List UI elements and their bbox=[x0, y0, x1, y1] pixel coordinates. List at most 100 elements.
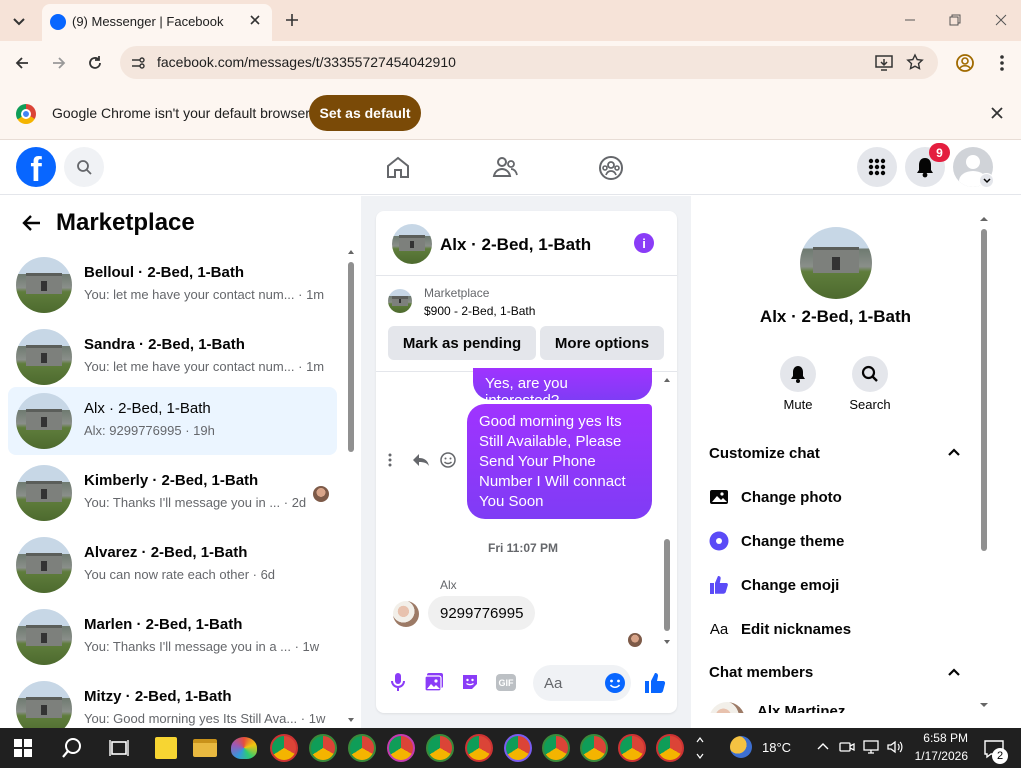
back-arrow-icon[interactable] bbox=[22, 214, 42, 232]
chrome-taskbar-icon[interactable] bbox=[542, 734, 570, 762]
site-info-icon[interactable] bbox=[129, 54, 147, 72]
chat-scrollbar[interactable] bbox=[663, 376, 671, 646]
search-conversation-icon[interactable] bbox=[852, 356, 888, 392]
edit-nicknames-option[interactable]: Aa Edit nicknames bbox=[709, 619, 851, 639]
emoji-icon[interactable] bbox=[604, 672, 626, 694]
url-text[interactable]: facebook.com/messages/t/3335572745404291… bbox=[157, 54, 456, 70]
react-emoji-icon[interactable] bbox=[439, 451, 457, 469]
friends-icon[interactable] bbox=[492, 155, 518, 179]
browser-tab-messenger[interactable]: (9) Messenger | Facebook bbox=[42, 4, 272, 41]
voice-clip-icon[interactable] bbox=[390, 672, 406, 692]
infobar-close-icon[interactable] bbox=[990, 106, 1004, 120]
set-as-default-button[interactable]: Set as default bbox=[309, 95, 421, 131]
meet-now-icon[interactable] bbox=[839, 739, 855, 755]
message-more-icon[interactable] bbox=[387, 453, 393, 467]
forward-icon[interactable] bbox=[50, 54, 68, 72]
more-options-button[interactable]: More options bbox=[540, 326, 664, 360]
change-photo-option[interactable]: Change photo bbox=[709, 487, 842, 507]
taskbar-overflow-icon[interactable] bbox=[696, 732, 704, 764]
chat-title[interactable]: Alx · 2-Bed, 1-Bath bbox=[440, 235, 591, 255]
member-name[interactable]: Alx Martinez bbox=[757, 703, 845, 713]
chrome-taskbar-icon[interactable] bbox=[618, 734, 646, 762]
chrome-taskbar-icon[interactable] bbox=[348, 734, 376, 762]
file-explorer-icon[interactable] bbox=[193, 739, 217, 757]
attach-photo-icon[interactable] bbox=[424, 672, 444, 692]
chat-info-avatar[interactable] bbox=[800, 227, 872, 299]
window-close-icon[interactable] bbox=[994, 13, 1008, 27]
chrome-taskbar-icon[interactable] bbox=[504, 734, 532, 762]
facebook-logo-icon[interactable]: f bbox=[16, 147, 56, 187]
reload-icon[interactable] bbox=[86, 54, 104, 72]
conversation-item[interactable]: Belloul · 2-Bed, 1-Bath You: let me have… bbox=[8, 251, 337, 319]
chrome-taskbar-icon[interactable] bbox=[387, 734, 415, 762]
chrome-taskbar-icon[interactable] bbox=[426, 734, 454, 762]
listing-thumbnail[interactable] bbox=[388, 289, 412, 313]
task-view-icon[interactable] bbox=[109, 738, 129, 758]
thumbs-up-send-icon[interactable] bbox=[643, 671, 667, 695]
window-minimize-icon[interactable] bbox=[903, 13, 917, 27]
address-bar[interactable]: facebook.com/messages/t/3335572745404291… bbox=[120, 46, 938, 79]
conversation-item[interactable]: Marlen · 2-Bed, 1-Bath You: Thanks I'll … bbox=[8, 603, 337, 671]
member-avatar[interactable] bbox=[709, 702, 745, 713]
collapse-chevron-icon[interactable] bbox=[947, 447, 961, 457]
chrome-taskbar-icon[interactable] bbox=[656, 734, 684, 762]
mute-bell-icon[interactable] bbox=[780, 356, 816, 392]
menu-grid-icon[interactable] bbox=[857, 147, 897, 187]
info-icon[interactable]: i bbox=[634, 233, 654, 253]
outgoing-message[interactable]: Good morning yes Its Still Available, Pl… bbox=[467, 404, 652, 519]
search-label[interactable]: Search bbox=[841, 397, 899, 412]
paint-icon[interactable] bbox=[231, 737, 257, 759]
back-icon[interactable] bbox=[13, 54, 31, 72]
tab-search-chevron-icon[interactable] bbox=[10, 12, 28, 30]
chat-members-header[interactable]: Chat members bbox=[709, 664, 813, 681]
conversation-item[interactable]: Mitzy · 2-Bed, 1-Bath You: Good morning … bbox=[8, 675, 337, 728]
change-emoji-option[interactable]: Change emoji bbox=[709, 575, 839, 595]
sender-avatar[interactable] bbox=[393, 601, 419, 627]
chat-header-avatar[interactable] bbox=[392, 224, 432, 264]
new-tab-icon[interactable] bbox=[284, 12, 300, 28]
network-icon[interactable] bbox=[863, 739, 881, 755]
windows-start-icon[interactable] bbox=[14, 739, 32, 757]
temperature-text[interactable]: 18°C bbox=[762, 740, 791, 755]
groups-icon[interactable] bbox=[598, 155, 624, 181]
sticky-notes-icon[interactable] bbox=[155, 737, 177, 759]
chrome-menu-icon[interactable] bbox=[992, 53, 1012, 73]
chrome-taskbar-icon[interactable] bbox=[270, 734, 298, 762]
conversation-item[interactable]: Sandra · 2-Bed, 1-Bath You: let me have … bbox=[8, 323, 337, 391]
window-restore-icon[interactable] bbox=[948, 13, 962, 27]
conversation-item[interactable]: Alvarez · 2-Bed, 1-Bath You can now rate… bbox=[8, 531, 337, 599]
clock-time[interactable]: 6:58 PM bbox=[912, 731, 968, 745]
chrome-taskbar-icon[interactable] bbox=[465, 734, 493, 762]
gif-icon[interactable]: GIF bbox=[496, 674, 516, 691]
show-hidden-icons-icon[interactable] bbox=[816, 741, 830, 751]
conversation-item-selected[interactable]: Alx · 2-Bed, 1-Bath Alx: 9299776995 · 19… bbox=[8, 387, 337, 455]
weather-icon[interactable] bbox=[730, 736, 752, 758]
profile-icon[interactable] bbox=[955, 53, 975, 73]
listing-price[interactable]: $900 - 2-Bed, 1-Bath bbox=[424, 304, 535, 318]
mark-as-pending-button[interactable]: Mark as pending bbox=[388, 326, 536, 360]
change-theme-option[interactable]: Change theme bbox=[709, 531, 844, 551]
incoming-message[interactable]: 9299776995 bbox=[428, 596, 536, 630]
mute-label[interactable]: Mute bbox=[771, 397, 825, 412]
facebook-header: f 9 bbox=[0, 140, 1021, 195]
info-scrollbar[interactable] bbox=[979, 215, 989, 709]
clock-date[interactable]: 1/17/2026 bbox=[903, 749, 968, 763]
sticker-icon[interactable] bbox=[460, 672, 480, 692]
bookmark-star-icon[interactable] bbox=[906, 53, 924, 71]
account-chevron-icon[interactable] bbox=[979, 173, 994, 188]
chrome-taskbar-icon[interactable] bbox=[309, 734, 337, 762]
customize-chat-header[interactable]: Customize chat bbox=[709, 445, 820, 462]
tab-close-icon[interactable] bbox=[248, 13, 262, 27]
volume-icon[interactable] bbox=[886, 739, 904, 755]
chrome-taskbar-icon[interactable] bbox=[580, 734, 608, 762]
home-icon[interactable] bbox=[385, 155, 411, 179]
taskbar-search-icon[interactable] bbox=[61, 737, 83, 759]
search-icon[interactable] bbox=[64, 147, 104, 187]
conversation-item[interactable]: Kimberly · 2-Bed, 1-Bath You: Thanks I'l… bbox=[8, 459, 337, 527]
collapse-chevron-icon[interactable] bbox=[947, 667, 961, 677]
conversation-scrollbar[interactable] bbox=[347, 248, 355, 724]
sender-name: Alx bbox=[440, 578, 457, 592]
outgoing-message[interactable]: Yes, are you interested? bbox=[473, 368, 652, 409]
reply-icon[interactable] bbox=[412, 452, 430, 468]
install-app-icon[interactable] bbox=[874, 53, 894, 73]
